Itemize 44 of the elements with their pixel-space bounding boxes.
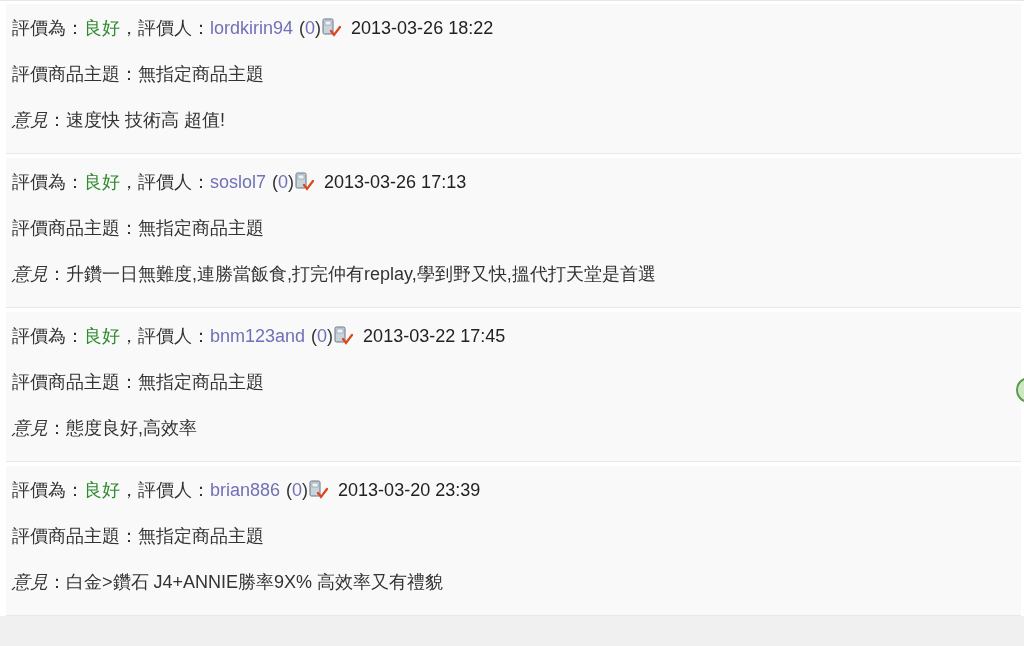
- score-close: ): [302, 478, 309, 502]
- score-link[interactable]: 0: [305, 14, 316, 42]
- note-check-icon: [308, 480, 329, 500]
- review-date: 2013-03-22 17:45: [363, 324, 506, 348]
- review-date: 2013-03-20 23:39: [338, 478, 481, 502]
- rater-label: ，評價人：: [120, 16, 210, 40]
- rating-value: 良好: [84, 324, 120, 348]
- rating-value: 良好: [84, 478, 120, 502]
- review-comment: 意見：升鑽一日無難度,連勝當飯食,打完仲有replay,學到野又快,搵代打天堂是首選: [12, 262, 656, 286]
- rating-value: 良好: [84, 16, 120, 40]
- rater-label: ，評價人：: [120, 170, 210, 194]
- score-close: ): [288, 170, 295, 194]
- score-close: ): [315, 16, 322, 40]
- rater-link[interactable]: brian886: [210, 476, 281, 504]
- rater-link[interactable]: soslol7: [210, 168, 267, 196]
- rater-link[interactable]: bnm123and: [210, 322, 306, 350]
- note-check-icon: [321, 18, 342, 38]
- rater-link[interactable]: lordkirin94: [210, 14, 294, 42]
- product-subject: 評價商品主題：無指定商品主題: [12, 62, 264, 86]
- note-check-icon: [333, 326, 354, 346]
- score-open: (: [272, 170, 279, 194]
- rating-label: 評價為：: [12, 478, 84, 502]
- review-comment: 意見：白金>鑽石 J4+ANNIE勝率9X% 高效率又有禮貌: [12, 570, 444, 594]
- product-subject: 評價商品主題：無指定商品主題: [12, 370, 264, 394]
- rating-label: 評價為：: [12, 16, 84, 40]
- score-close: ): [327, 324, 334, 348]
- score-link[interactable]: 0: [292, 476, 303, 504]
- score-open: (: [286, 478, 293, 502]
- rater-label: ，評價人：: [120, 478, 210, 502]
- review-comment: 意見：態度良好,高效率: [12, 416, 197, 440]
- rating-label: 評價為：: [12, 170, 84, 194]
- score-link[interactable]: 0: [317, 322, 328, 350]
- score-link[interactable]: 0: [278, 168, 289, 196]
- rating-value: 良好: [84, 170, 120, 194]
- score-open: (: [299, 16, 306, 40]
- rating-label: 評價為：: [12, 324, 84, 348]
- product-subject: 評價商品主題：無指定商品主題: [12, 524, 264, 548]
- review-date: 2013-03-26 18:22: [351, 16, 494, 40]
- review-comment: 意見：速度快 技術高 超值!: [12, 108, 225, 132]
- review-date: 2013-03-26 17:13: [324, 170, 467, 194]
- rater-label: ，評價人：: [120, 324, 210, 348]
- note-check-icon: [294, 172, 315, 192]
- score-open: (: [311, 324, 318, 348]
- product-subject: 評價商品主題：無指定商品主題: [12, 216, 264, 240]
